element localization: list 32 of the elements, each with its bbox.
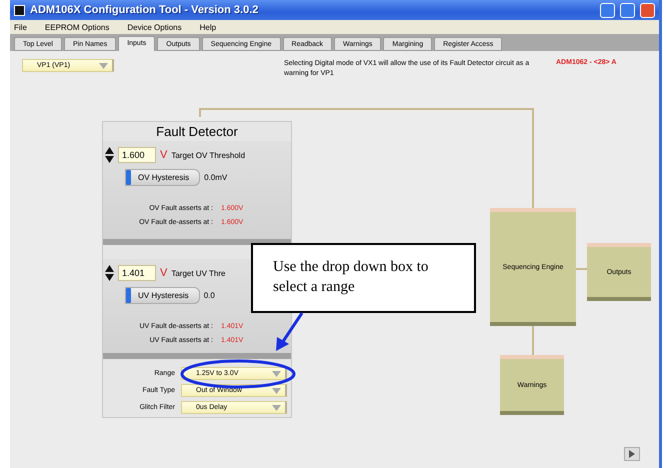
play-button[interactable]: [624, 447, 640, 461]
unit-label: V: [160, 267, 168, 279]
close-button[interactable]: [640, 2, 655, 18]
spin-arrows-icon[interactable]: [105, 264, 114, 282]
hysteresis-reading: 0.0mV: [204, 173, 228, 182]
unit-label: V: [160, 149, 168, 161]
hysteresis-slider[interactable]: OV Hysteresis: [125, 169, 200, 186]
menu-item[interactable]: Device Options: [127, 22, 182, 32]
caret-icon: [272, 370, 281, 376]
maximize-button[interactable]: [620, 2, 635, 18]
panel-title: Fault Detector: [155, 123, 239, 141]
minimize-button[interactable]: [600, 2, 615, 18]
connector-line: [576, 268, 587, 270]
connector-line: [532, 326, 534, 355]
hysteresis-slider[interactable]: UV Hysteresis: [125, 287, 200, 304]
callout-text: Use the drop down box to select a range: [251, 243, 476, 313]
window-title: ADM106X Configuration Tool - Version 3.0.2: [30, 4, 260, 16]
callout-arrow: [276, 312, 304, 351]
app-icon: [14, 4, 25, 16]
caret-icon: [272, 388, 281, 394]
menu-item[interactable]: EEPROM Options: [44, 22, 110, 32]
menu-item[interactable]: File: [14, 22, 27, 32]
threshold-label: Target OV Threshold: [171, 150, 246, 160]
caret-icon: [272, 404, 281, 410]
menu-item[interactable]: Help: [200, 22, 216, 32]
spin-arrows-icon[interactable]: [105, 146, 114, 164]
play-icon: [628, 450, 636, 458]
threshold-input[interactable]: 1.401: [118, 265, 156, 281]
threshold-label: Target UV Thre: [171, 268, 226, 278]
hysteresis-reading: 0.0: [204, 291, 215, 300]
threshold-input[interactable]: 1.600: [118, 147, 156, 163]
caret-icon: [99, 62, 108, 68]
